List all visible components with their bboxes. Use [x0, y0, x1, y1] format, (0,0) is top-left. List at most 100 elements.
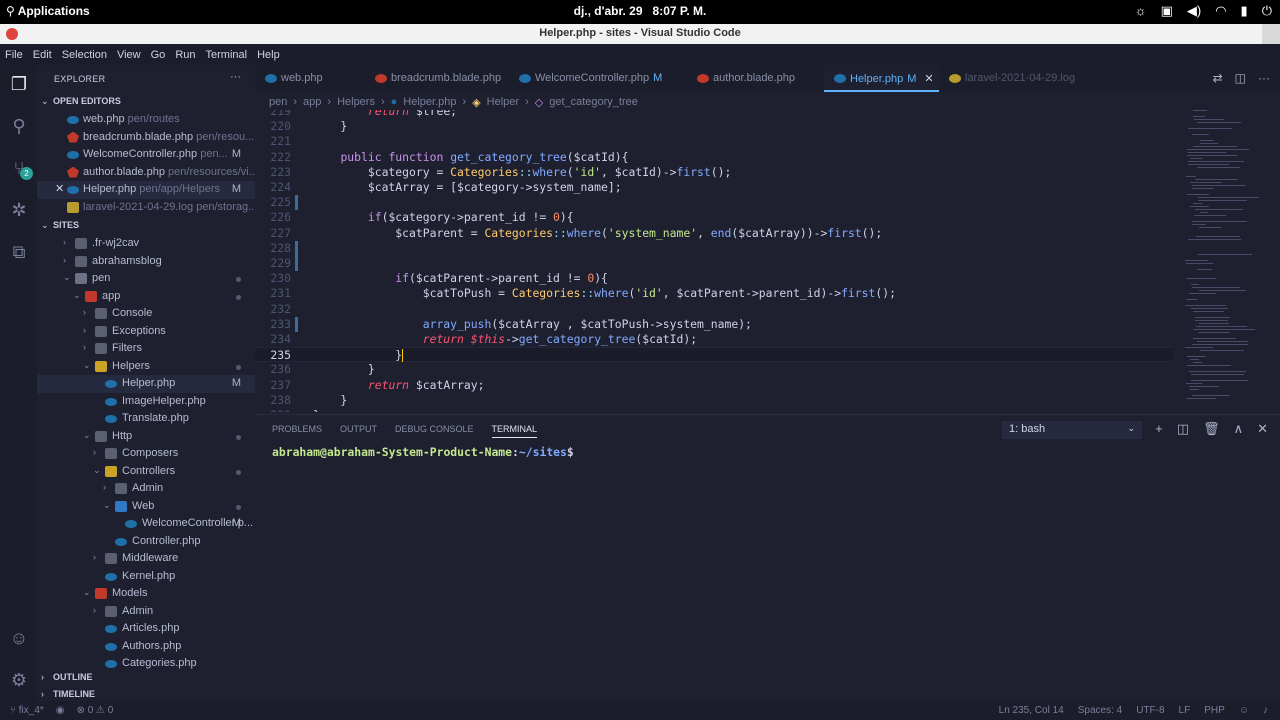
tree-item[interactable]: WelcomeController.p... M	[37, 515, 255, 533]
more-icon[interactable]: ···	[1258, 71, 1270, 85]
wifi-icon[interactable]: ◠	[1215, 3, 1226, 19]
close-editor-icon[interactable]: ✕	[55, 182, 64, 195]
open-editor-item[interactable]: WelcomeController.php pen... M	[37, 146, 255, 164]
compare-icon[interactable]: ⇄	[1213, 71, 1223, 85]
kill-terminal-icon[interactable]: 🗑	[1203, 421, 1220, 437]
menu-go[interactable]: Go	[151, 49, 166, 61]
editor-tab[interactable]: WelcomeController.php M	[509, 65, 687, 92]
editor-tab[interactable]: author.blade.php	[687, 65, 824, 92]
tab-output[interactable]: OUTPUT	[340, 424, 377, 438]
menu-help[interactable]: Help	[257, 49, 280, 61]
menu-terminal[interactable]: Terminal	[206, 49, 248, 61]
menu-file[interactable]: File	[5, 49, 23, 61]
tree-item[interactable]: ⌄ Helpers	[37, 358, 255, 376]
breadcrumb-file[interactable]: Helper.php	[403, 96, 456, 108]
tree-item[interactable]: Authors.php	[37, 638, 255, 656]
minimap-line	[1192, 185, 1246, 186]
open-editor-item[interactable]: breadcrumb.blade.php pen/resou...	[37, 129, 255, 147]
clock[interactable]: dj., d'abr. 29 8:07 P. M.	[0, 4, 1280, 18]
breadcrumb-method[interactable]: get_category_tree	[549, 96, 638, 108]
tab-debug-console[interactable]: DEBUG CONSOLE	[395, 424, 474, 438]
open-editor-item[interactable]: web.php pen/routes	[37, 111, 255, 129]
encoding[interactable]: UTF-8	[1136, 705, 1164, 716]
window-maximize-button[interactable]	[1262, 24, 1280, 44]
split-terminal-icon[interactable]: ◫	[1177, 421, 1189, 437]
tree-item[interactable]: › Admin	[37, 480, 255, 498]
tree-item[interactable]: Kernel.php	[37, 568, 255, 586]
breadcrumb-helpers[interactable]: Helpers	[337, 96, 375, 108]
power-icon[interactable]: ⏻	[1262, 3, 1272, 19]
editor-tab[interactable]: Helper.php M ✕	[824, 65, 939, 92]
tree-item[interactable]: › Admin	[37, 603, 255, 621]
timeline-section[interactable]: › TIMELINE	[41, 688, 255, 701]
terminal-select[interactable]: 1: bash ⌄	[1002, 421, 1142, 439]
tree-item[interactable]: › Middleware	[37, 550, 255, 568]
terminal-prompt[interactable]: abraham@abraham-System-Product-Name:~/si…	[272, 445, 574, 459]
menu-edit[interactable]: Edit	[33, 49, 52, 61]
tree-item[interactable]: ImageHelper.php	[37, 393, 255, 411]
code-editor[interactable]: 219 return $tree; 220 } 221 222 public func…	[255, 110, 1173, 412]
open-editor-item[interactable]: laravel-2021-04-29.log pen/storag...	[37, 199, 255, 217]
tree-item[interactable]: ⌄ Controllers	[37, 463, 255, 481]
close-panel-icon[interactable]: ✕	[1257, 421, 1268, 437]
menu-view[interactable]: View	[117, 49, 141, 61]
maximize-panel-icon[interactable]: ∧	[1234, 421, 1244, 437]
explorer-icon[interactable]: ❐	[8, 73, 30, 95]
sync-icon[interactable]: ◉	[56, 705, 65, 716]
account-icon[interactable]: ☺	[8, 627, 30, 649]
menu-run[interactable]: Run	[175, 49, 195, 61]
cursor-position[interactable]: Ln 235, Col 14	[999, 705, 1064, 716]
system-top-bar: ⚲ Applications dj., d'abr. 29 8:07 P. M.…	[0, 0, 1280, 24]
explorer-more-icon[interactable]: ···	[230, 71, 241, 83]
open-editors-section[interactable]: ⌄ OPEN EDITORS	[41, 96, 121, 107]
settings-gear-icon[interactable]: ⚙	[8, 669, 30, 691]
tree-item[interactable]: Helper.php M	[37, 375, 255, 393]
branch-status[interactable]: ⑂ fix_4*	[10, 705, 44, 716]
battery-icon[interactable]: ▮	[1241, 3, 1248, 19]
breadcrumb-class[interactable]: Helper	[487, 96, 519, 108]
tree-item[interactable]: Translate.php	[37, 410, 255, 428]
menu-selection[interactable]: Selection	[62, 49, 107, 61]
tab-terminal[interactable]: TERMINAL	[491, 424, 538, 438]
tree-item[interactable]: ⌄ Http	[37, 428, 255, 446]
tree-item[interactable]: ⌄ Models	[37, 585, 255, 603]
sites-section[interactable]: ⌄ SITES	[41, 220, 79, 231]
tree-item[interactable]: › abrahamsblog	[37, 253, 255, 271]
problems-status[interactable]: ⊗ 0 ⚠ 0	[77, 705, 114, 716]
tree-item[interactable]: › Exceptions	[37, 323, 255, 341]
open-editor-item[interactable]: author.blade.php pen/resources/vi...	[37, 164, 255, 182]
tree-item[interactable]: › .fr-wj2cav	[37, 235, 255, 253]
tab-problems[interactable]: PROBLEMS	[272, 424, 322, 438]
tree-item[interactable]: › Console	[37, 305, 255, 323]
tree-item[interactable]: Categories.php	[37, 655, 255, 673]
close-tab-icon[interactable]: ✕	[924, 73, 933, 85]
indentation[interactable]: Spaces: 4	[1078, 705, 1122, 716]
extensions-icon[interactable]: ⧉	[8, 241, 30, 263]
tree-item[interactable]: ⌄ pen	[37, 270, 255, 288]
tree-item[interactable]: ⌄ Web	[37, 498, 255, 516]
breadcrumb-pen[interactable]: pen	[269, 96, 287, 108]
outline-section[interactable]: › OUTLINE	[41, 671, 255, 688]
search-icon[interactable]: ⚲	[8, 115, 30, 137]
tree-item[interactable]: ⌄ app	[37, 288, 255, 306]
new-terminal-icon[interactable]: +	[1155, 421, 1163, 437]
feedback-icon[interactable]: ☺	[1239, 705, 1249, 716]
display-icon[interactable]: ▣	[1161, 3, 1173, 19]
tree-item[interactable]: Controller.php	[37, 533, 255, 551]
end-of-line[interactable]: LF	[1179, 705, 1191, 716]
tree-item[interactable]: › Composers	[37, 445, 255, 463]
split-editor-icon[interactable]: ◫	[1235, 71, 1246, 85]
minimap[interactable]	[1173, 110, 1280, 412]
breadcrumb-app[interactable]: app	[303, 96, 321, 108]
brightness-icon[interactable]: ☼	[1135, 3, 1147, 19]
tree-item[interactable]: › Filters	[37, 340, 255, 358]
open-editor-item[interactable]: ✕ Helper.php pen/app/Helpers M	[37, 181, 255, 199]
volume-icon[interactable]: ◀)	[1187, 3, 1201, 19]
bell-icon[interactable]: ♪	[1263, 705, 1268, 716]
editor-tab[interactable]: breadcrumb.blade.php	[365, 65, 509, 92]
tree-item[interactable]: Articles.php	[37, 620, 255, 638]
editor-tab[interactable]: web.php	[255, 65, 365, 92]
debug-icon[interactable]: ✲	[8, 199, 30, 221]
editor-tab[interactable]: laravel-2021-04-29.log	[939, 65, 1089, 92]
language-mode[interactable]: PHP	[1204, 705, 1225, 716]
